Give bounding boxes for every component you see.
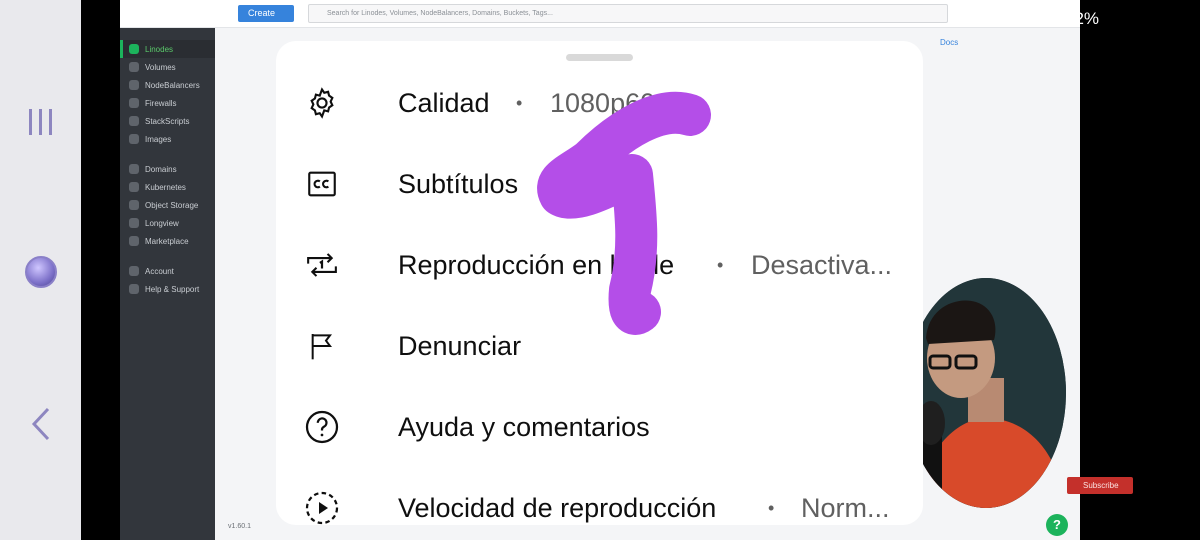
menu-value-loop: Desactiva... <box>751 250 893 280</box>
menu-item-help[interactable]: Ayuda y comentarios <box>276 387 923 468</box>
menu-item-playback-speed[interactable]: Velocidad de reproducción • Norm... <box>276 468 923 525</box>
sidebar-item-account: Account <box>120 262 215 280</box>
webcam-overlay <box>906 278 1066 508</box>
menu-item-loop[interactable]: Reproducción en bucle • Desactiva... <box>276 225 923 306</box>
sidebar-item-firewalls: Firewalls <box>120 94 215 112</box>
drag-handle[interactable] <box>566 54 633 61</box>
home-button[interactable] <box>0 250 81 294</box>
menu-value-quality: 1080p60 <box>550 88 656 118</box>
object-storage-icon <box>129 200 139 210</box>
menu-label-playback-speed: Velocidad de reproducción <box>398 493 717 523</box>
sidebar-item-images: Images <box>120 130 215 148</box>
help-circle-icon <box>304 409 340 445</box>
menu-item-quality[interactable]: Calidad • 1080p60 <box>276 63 923 144</box>
dashboard-sidebar: Linodes Volumes NodeBalancers Firewalls … <box>120 28 215 540</box>
status-bar: 1:35 52% <box>0 0 1200 40</box>
streamer-image <box>906 278 1066 508</box>
navigation-rail <box>0 0 81 540</box>
subscribe-button[interactable]: Subscribe <box>1067 477 1133 494</box>
back-button[interactable] <box>0 402 81 446</box>
menu-separator: • <box>768 498 775 518</box>
menu-separator: • <box>516 93 523 113</box>
version-label: v1.60.1 <box>228 523 251 530</box>
menu-value-playback-speed: Norm... <box>801 493 890 523</box>
firewalls-icon <box>129 98 139 108</box>
menu-item-subtitles[interactable]: Subtítulos <box>276 144 923 225</box>
linodes-icon <box>129 44 139 54</box>
status-battery: 52% <box>1065 9 1100 28</box>
recent-apps-icon <box>28 109 52 135</box>
marketplace-icon <box>129 236 139 246</box>
kubernetes-icon <box>129 182 139 192</box>
menu-item-report[interactable]: Denunciar <box>276 306 923 387</box>
sidebar-item-stackscripts: StackScripts <box>120 112 215 130</box>
longview-icon <box>129 218 139 228</box>
sidebar-item-linodes: Linodes <box>120 40 215 58</box>
sidebar-item-kubernetes: Kubernetes <box>120 178 215 196</box>
nodebalancers-icon <box>129 80 139 90</box>
back-icon <box>31 407 49 441</box>
menu-separator: • <box>717 255 724 275</box>
domains-icon <box>129 164 139 174</box>
closed-captions-icon <box>304 166 340 202</box>
sidebar-item-nodebalancers: NodeBalancers <box>120 76 215 94</box>
flag-icon <box>304 328 340 364</box>
sidebar-item-volumes: Volumes <box>120 58 215 76</box>
volumes-icon <box>129 62 139 72</box>
sidebar-item-marketplace: Marketplace <box>120 232 215 250</box>
menu-label-loop: Reproducción en bucle <box>398 250 675 280</box>
menu-label-help: Ayuda y comentarios <box>398 412 650 442</box>
sidebar-item-help: Help & Support <box>120 280 215 298</box>
status-time: 1:35 <box>120 8 157 29</box>
sidebar-item-domains: Domains <box>120 160 215 178</box>
loop-icon <box>304 247 340 283</box>
stackscripts-icon <box>129 116 139 126</box>
images-icon <box>129 134 139 144</box>
help-icon <box>129 284 139 294</box>
recent-apps-button[interactable] <box>0 100 81 144</box>
home-icon <box>24 256 57 288</box>
help-fab: ? <box>1046 514 1068 536</box>
menu-label-subtitles: Subtítulos <box>398 169 519 199</box>
sidebar-item-object-storage: Object Storage <box>120 196 215 214</box>
sidebar-item-longview: Longview <box>120 214 215 232</box>
gear-icon <box>304 85 340 121</box>
menu-label-quality: Calidad <box>398 88 490 118</box>
options-sheet: Calidad • 1080p60 Subtítulos Reproducció… <box>276 41 923 525</box>
playback-speed-icon <box>304 490 340 525</box>
account-icon <box>129 266 139 276</box>
menu-label-report: Denunciar <box>398 331 522 361</box>
